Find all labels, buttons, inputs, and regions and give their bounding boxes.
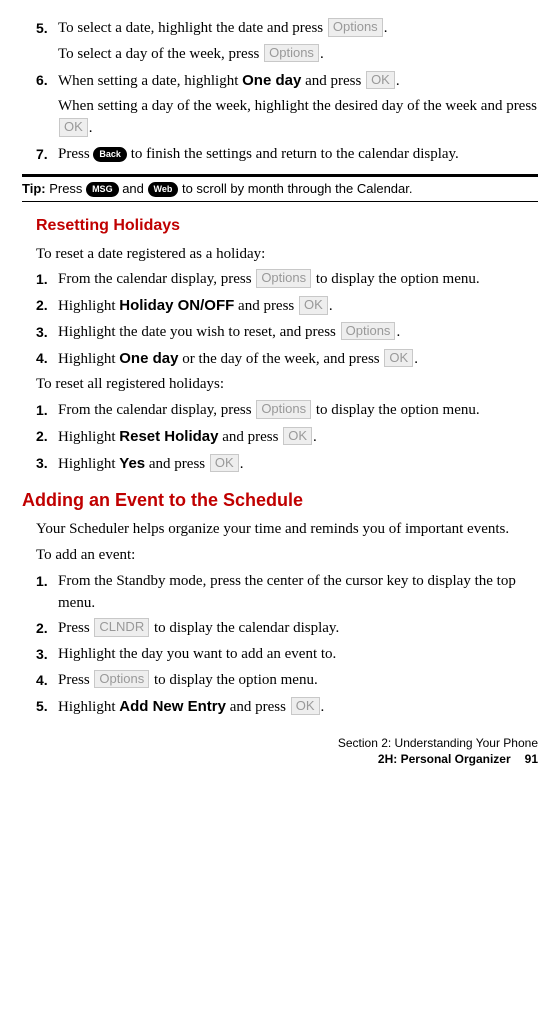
reset-step-1: From the calendar display, press Options…: [58, 269, 538, 291]
add-step-1: From the Standby mode, press the center …: [58, 571, 538, 615]
heading-adding-event: Adding an Event to the Schedule: [22, 487, 538, 513]
ok-button: OK: [283, 427, 312, 446]
add-step-4: Press Options to display the option menu…: [58, 670, 538, 692]
footer-section-title: Section 2: Understanding Your Phone: [22, 736, 538, 752]
reset-step-4: Highlight One day or the day of the week…: [58, 348, 538, 371]
step-number: 7.: [36, 144, 54, 166]
add-step-3: Highlight the day you want to add an eve…: [58, 644, 538, 666]
step-5-line2: To select a day of the week, press Optio…: [58, 44, 538, 66]
step-5-line1: To select a date, highlight the date and…: [58, 18, 538, 40]
step-number: 2.: [36, 295, 54, 318]
add-step-5: Highlight Add New Entry and press OK.: [58, 696, 538, 719]
step-number: 5.: [36, 18, 54, 40]
intro-text: Your Scheduler helps organize your time …: [36, 519, 538, 541]
step-number: 4.: [36, 670, 54, 692]
ok-button: OK: [384, 349, 413, 368]
intro-text: To add an event:: [36, 545, 538, 567]
options-button: Options: [256, 269, 311, 288]
tip-block: Tip: Press MSG and Web to scroll by mont…: [22, 174, 538, 203]
options-button: Options: [328, 18, 383, 37]
step-number: 5.: [36, 696, 54, 719]
options-button: Options: [256, 400, 311, 419]
step-number: 1.: [36, 269, 54, 291]
back-pill: Back: [93, 147, 127, 162]
step-number: 2.: [36, 618, 54, 640]
tip-text: Tip: Press MSG and Web to scroll by mont…: [22, 177, 538, 202]
reset-all-step-2: Highlight Reset Holiday and press OK.: [58, 426, 538, 449]
step-number: 6.: [36, 70, 54, 93]
msg-pill: MSG: [86, 182, 119, 197]
step-number: 3.: [36, 644, 54, 666]
divider: [22, 201, 538, 202]
ok-button: OK: [59, 118, 88, 137]
step-7: Press Back to finish the settings and re…: [58, 144, 538, 166]
add-step-2: Press CLNDR to display the calendar disp…: [58, 618, 538, 640]
ok-button: OK: [291, 697, 320, 716]
reset-step-3: Highlight the date you wish to reset, an…: [58, 322, 538, 344]
step-6-line1: When setting a date, highlight One day a…: [58, 70, 538, 93]
heading-resetting-holidays: Resetting Holidays: [36, 214, 538, 237]
web-pill: Web: [148, 182, 179, 197]
options-button: Options: [94, 670, 149, 689]
reset-step-2: Highlight Holiday ON/OFF and press OK.: [58, 295, 538, 318]
reset-all-step-3: Highlight Yes and press OK.: [58, 453, 538, 476]
intro-text: To reset a date registered as a holiday:: [36, 244, 538, 266]
ok-button: OK: [210, 454, 239, 473]
step-number: 1.: [36, 400, 54, 422]
step-6-line2: When setting a day of the week, highligh…: [58, 96, 538, 140]
step-number: 2.: [36, 426, 54, 449]
options-button: Options: [264, 44, 319, 63]
ok-button: OK: [366, 71, 395, 90]
page-number: 91: [525, 752, 538, 766]
clndr-button: CLNDR: [94, 618, 149, 637]
step-number: 3.: [36, 322, 54, 344]
options-button: Options: [341, 322, 396, 341]
footer-subsection: 2H: Personal Organizer: [378, 752, 511, 766]
step-number: 4.: [36, 348, 54, 371]
page-footer: Section 2: Understanding Your Phone 2H: …: [22, 736, 538, 767]
intro-text: To reset all registered holidays:: [36, 374, 538, 396]
step-number: 1.: [36, 571, 54, 615]
step-number: 3.: [36, 453, 54, 476]
ok-button: OK: [299, 296, 328, 315]
reset-all-step-1: From the calendar display, press Options…: [58, 400, 538, 422]
